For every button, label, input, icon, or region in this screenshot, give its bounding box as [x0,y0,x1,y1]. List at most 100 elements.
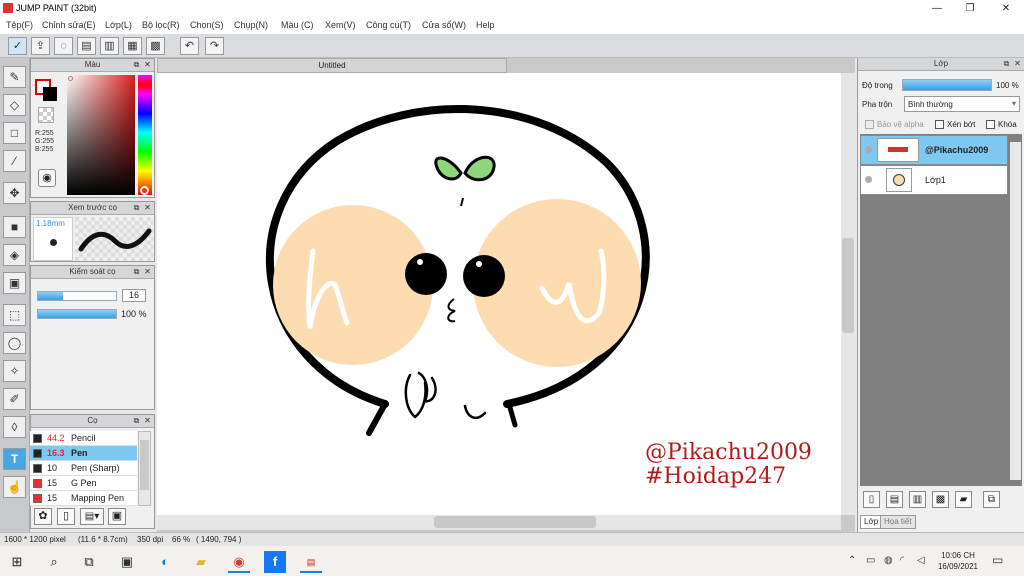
menu-layer[interactable]: Lớp(L) [105,20,132,30]
menu-color[interactable]: Màu (C) [281,20,314,30]
new-tone-layer-icon[interactable]: ▩ [932,491,949,508]
pen-tool-icon[interactable]: ⁄ [3,150,26,172]
brush-settings-icon[interactable]: ✿ [34,508,52,525]
move-tool-icon[interactable]: ✥ [3,182,26,204]
eraser-tool-icon[interactable]: ◇ [3,94,26,116]
brush-size-input[interactable]: 16 [122,289,146,302]
color-picker-cursor[interactable] [68,76,73,81]
new-brush-icon[interactable]: ▯ [57,508,75,525]
comment-icon[interactable]: ◌ [54,37,73,55]
menu-filter[interactable]: Bộ lọc(R) [142,20,180,30]
system-clock[interactable]: 10:06 CH 16/09/2021 [936,550,980,572]
search-icon[interactable]: ⌕ [43,551,65,573]
volume-icon[interactable]: ◁ [917,555,925,566]
panel-float-icon[interactable]: ⧉ [132,416,141,425]
select-pen-tool-icon[interactable]: ✐ [3,388,26,410]
panel-close-icon[interactable]: ✕ [1013,59,1022,68]
brush-size-slider[interactable] [37,291,117,301]
new-vector-layer-icon[interactable]: ▥ [909,491,926,508]
chrome-icon[interactable]: ◉ [228,551,250,573]
duplicate-layer-icon[interactable]: ⧉ [983,491,1000,508]
brush-menu-icon[interactable]: ▤▾ [80,508,104,525]
select-eraser-tool-icon[interactable]: ◊ [3,416,26,438]
rectangle-tool-icon[interactable]: □ [3,122,26,144]
brush-tool-icon[interactable]: ✎ [3,66,26,88]
brush-item-g-pen[interactable]: 15 G Pen [30,476,137,491]
network-icon[interactable]: ◍ [884,555,893,566]
file-explorer-icon[interactable]: ▰ [190,551,212,573]
tab-texture[interactable]: Họa tiết [880,515,916,529]
brush-item-pen-sharp[interactable]: 10 Pen (Sharp) [30,461,137,476]
menu-edit[interactable]: Chỉnh sửa(E) [42,20,96,30]
panel-float-icon[interactable]: ⧉ [132,267,141,276]
bucket-tool-icon[interactable]: ◈ [3,244,26,266]
palette-icon[interactable]: ◉ [38,169,56,187]
background-color-swatch[interactable] [43,87,57,101]
grid-icon[interactable]: ▩ [146,37,165,55]
layer-visibility-icon[interactable] [865,176,872,183]
brush-item-mapping-pen[interactable]: 15 Mapping Pen [30,491,137,506]
brush-list-scrollbar[interactable] [138,431,151,506]
wifi-icon[interactable]: ◜ [900,555,904,566]
magic-wand-tool-icon[interactable]: ✧ [3,360,26,382]
panel-float-icon[interactable]: ⧉ [132,203,141,212]
pointer-tool-icon[interactable]: ☝ [3,476,26,498]
canvas-horizontal-scroll-thumb[interactable] [434,516,596,528]
menu-file[interactable]: Tệp(F) [6,20,33,30]
menu-window[interactable]: Cửa sổ(W) [422,20,466,30]
menu-tools[interactable]: Công cụ(T) [366,20,411,30]
brush-item-pen[interactable]: 16.3 Pen [30,446,137,461]
maximize-button[interactable]: ❐ [954,0,986,17]
panel-close-icon[interactable]: ✕ [143,60,152,69]
panel-close-icon[interactable]: ✕ [143,203,152,212]
menu-view[interactable]: Xem(V) [325,20,356,30]
page-icon[interactable]: ▦ [123,37,142,55]
lock-checkbox[interactable] [986,120,995,129]
canvas-vertical-scroll-thumb[interactable] [842,238,854,333]
hue-slider[interactable] [138,75,152,195]
tab-layer[interactable]: Lớp [860,515,883,529]
lasso-tool-icon[interactable]: ◯ [3,332,26,354]
new-raster-layer-icon[interactable]: ▤ [886,491,903,508]
windows-start-icon[interactable]: ⊞ [6,551,28,573]
transparent-swatch[interactable] [38,107,54,123]
blend-mode-select[interactable]: Bình thường ▾ [904,96,1020,112]
folder-icon[interactable]: ▰ [955,491,972,508]
panel-close-icon[interactable]: ✕ [143,267,152,276]
canvas-horizontal-scrollbar[interactable] [157,515,841,530]
jump-paint-icon[interactable]: ▤ [300,551,322,573]
store-icon[interactable]: ▣ [116,551,138,573]
brush-opacity-slider[interactable] [37,309,117,319]
layer-item-pikachu2009[interactable]: @Pikachu2009 [860,135,1008,165]
panel-close-icon[interactable]: ✕ [143,416,152,425]
hue-slider-handle[interactable] [140,186,149,195]
document-icon[interactable]: ▥ [100,37,119,55]
layer-item-lop1[interactable]: Lớp1 [860,165,1008,195]
gradient-tool-icon[interactable]: ▣ [3,272,26,294]
battery-icon[interactable]: ▭ [866,555,875,566]
fill-rect-tool-icon[interactable]: ■ [3,216,26,238]
undo-icon[interactable]: ↶ [180,37,199,55]
protect-alpha-checkbox[interactable] [865,120,874,129]
saturation-value-picker[interactable] [67,75,135,195]
layer-opacity-slider[interactable] [902,79,992,91]
tray-chevron-up-icon[interactable]: ⌃ [848,555,856,566]
document-tab[interactable]: Untitled [157,58,507,73]
panel-float-icon[interactable]: ⧉ [132,60,141,69]
menu-select[interactable]: Chọn(S) [190,20,224,30]
panel-icon[interactable]: ▤ [77,37,96,55]
brush-item-pencil[interactable]: 44.2 Pencil [30,431,137,446]
layer-list-scrollbar[interactable] [1010,142,1021,480]
select-rect-tool-icon[interactable]: ⬚ [3,304,26,326]
redo-icon[interactable]: ↷ [205,37,224,55]
menu-help[interactable]: Help [476,20,495,30]
canvas[interactable]: @Pikachu2009 #Hoidap247 [157,73,841,515]
task-view-icon[interactable]: ⧉ [78,551,100,573]
brush-list-scroll-thumb[interactable] [140,440,149,490]
canvas-vertical-scrollbar[interactable] [841,73,855,515]
new-layer-icon[interactable]: ▯ [863,491,880,508]
minimize-button[interactable]: — [921,0,953,17]
close-button[interactable]: ✕ [990,0,1022,17]
panel-float-icon[interactable]: ⧉ [1002,59,1011,68]
edge-icon[interactable]: ◐ [154,551,176,573]
